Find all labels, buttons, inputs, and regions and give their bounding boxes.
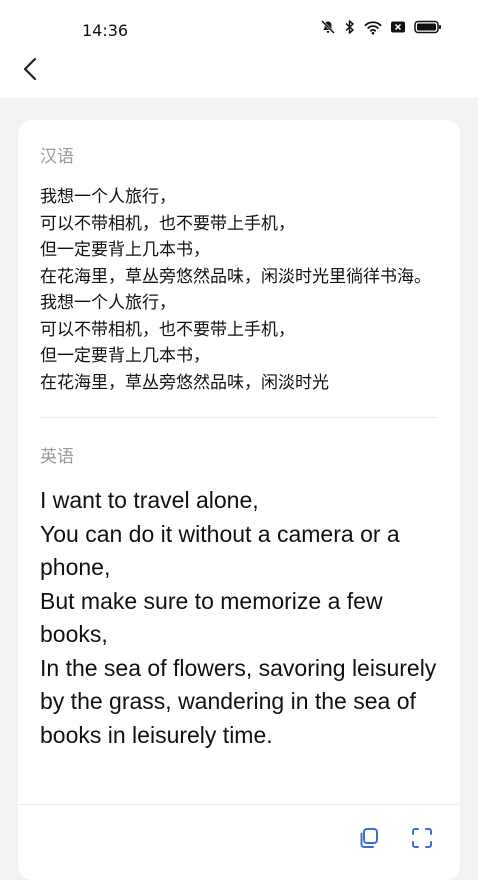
status-time: 14:36 xyxy=(82,21,129,40)
copy-icon xyxy=(360,828,378,848)
target-language-label: 英语 xyxy=(40,447,74,467)
bluetooth-icon xyxy=(344,19,356,35)
action-bar xyxy=(356,826,434,850)
chevron-left-icon xyxy=(23,57,37,81)
translated-text: I want to travel alone, You can do it wi… xyxy=(40,487,437,748)
top-bar: 14:36 xyxy=(0,0,478,98)
section-divider xyxy=(40,417,438,418)
fullscreen-icon xyxy=(412,828,432,848)
mute-icon xyxy=(320,19,336,35)
wifi-icon xyxy=(364,19,382,35)
source-text: 我想一个人旅行， 可以不带相机，也不要带上手机， 但一定要背上几本书， 在花海里… xyxy=(40,187,431,393)
action-divider xyxy=(18,804,460,805)
battery-icon xyxy=(414,19,442,35)
back-button[interactable] xyxy=(16,54,46,84)
copy-button[interactable] xyxy=(356,826,380,850)
translation-card: 汉语 我想一个人旅行， 可以不带相机，也不要带上手机， 但一定要背上几本书， 在… xyxy=(18,120,460,880)
fullscreen-button[interactable] xyxy=(410,826,434,850)
sim-icon xyxy=(390,19,406,35)
status-icons xyxy=(320,19,442,35)
source-language-label: 汉语 xyxy=(40,147,74,167)
status-bar: 14:36 xyxy=(0,0,478,58)
